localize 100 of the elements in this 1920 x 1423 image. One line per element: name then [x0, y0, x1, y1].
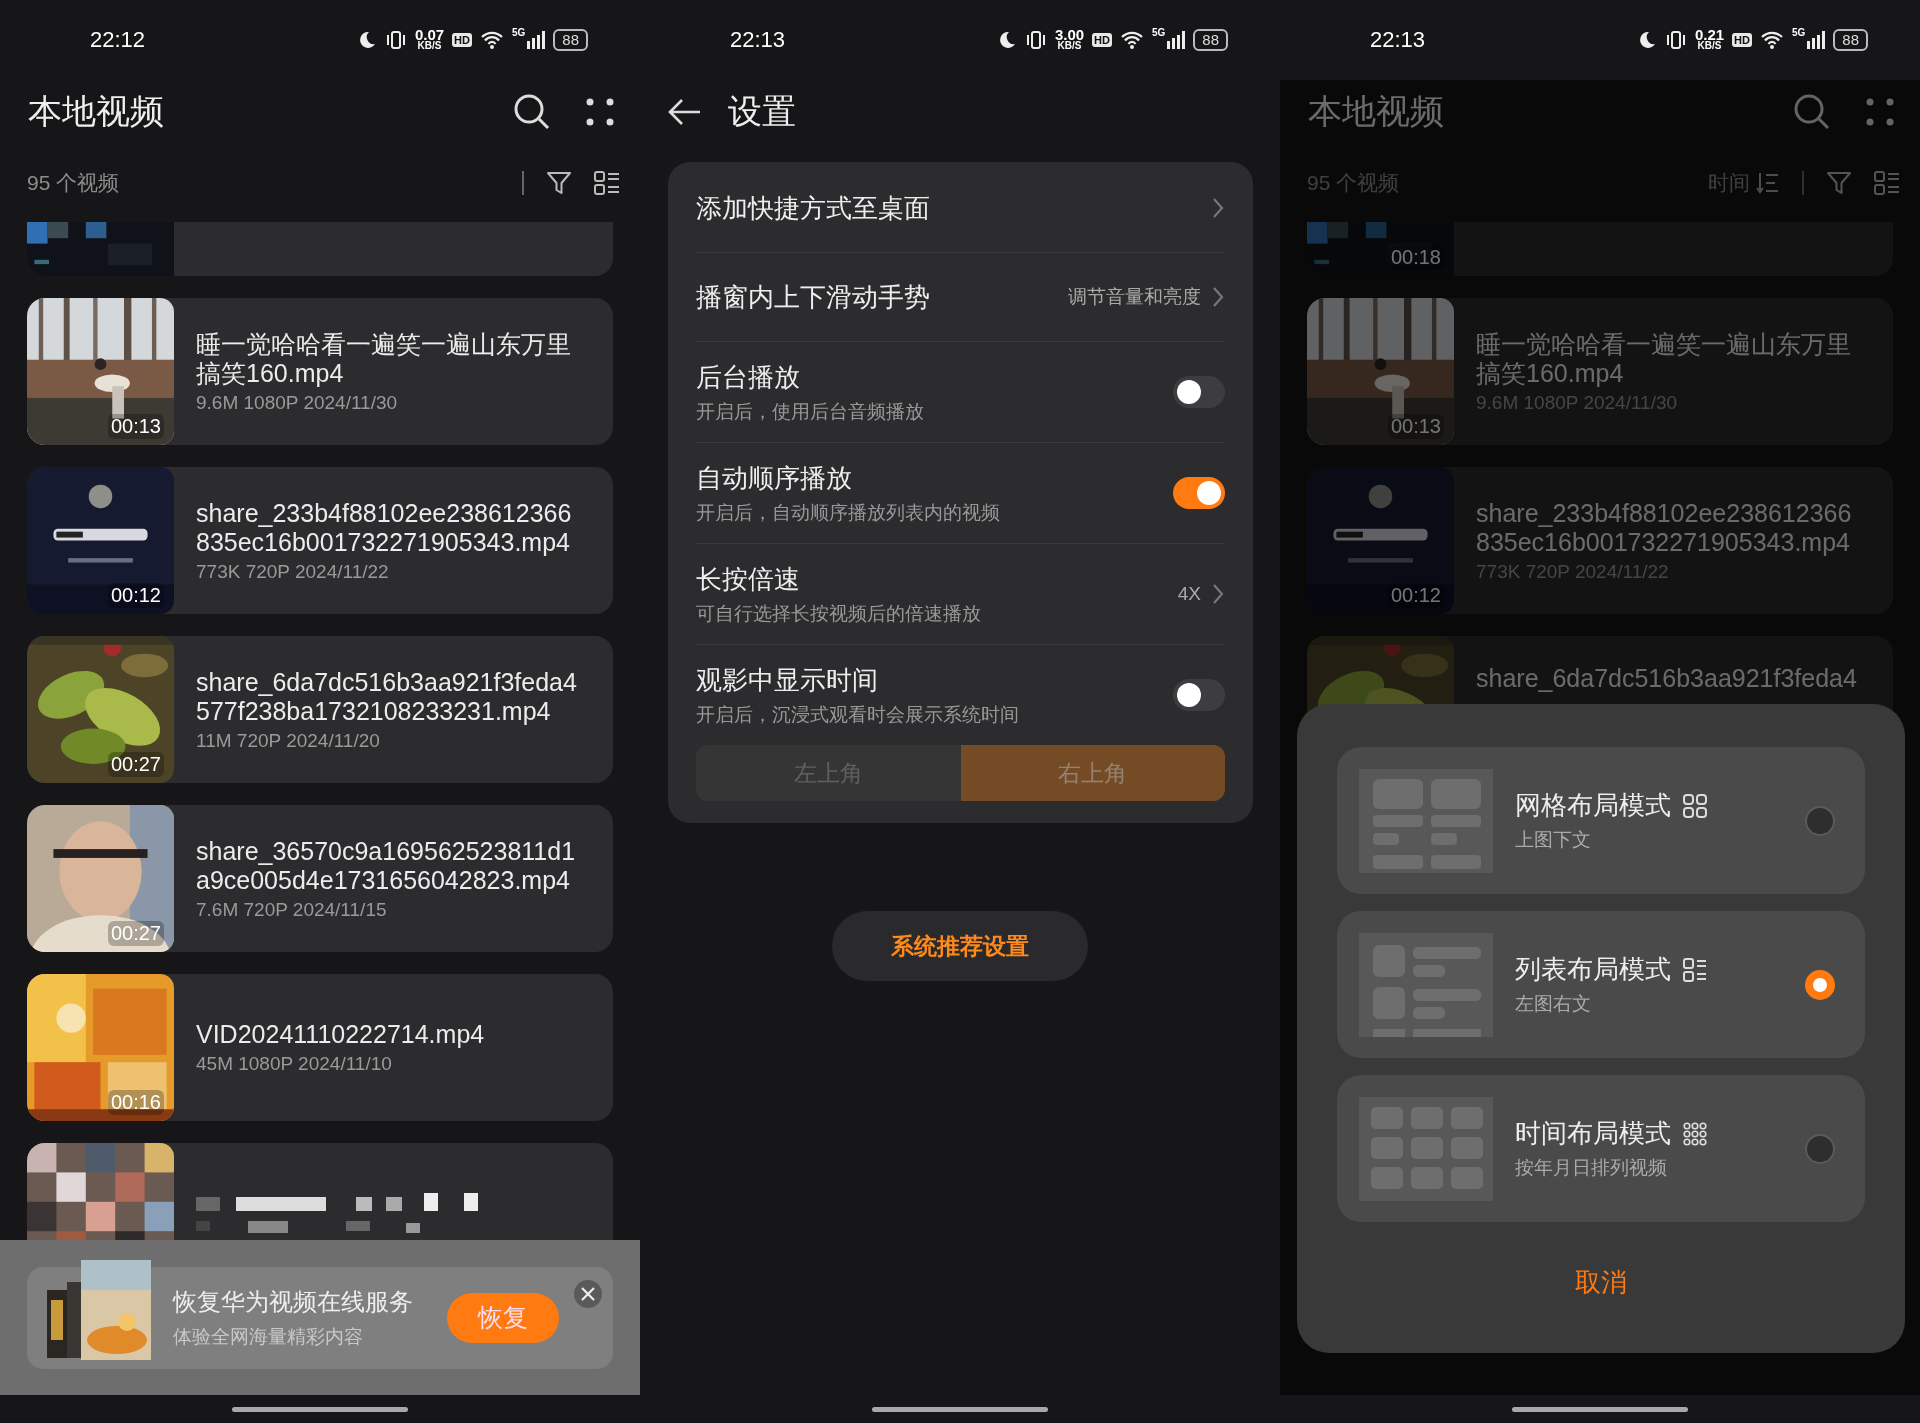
close-icon[interactable] [573, 1278, 603, 1309]
duration-label: 00:27 [107, 921, 164, 946]
setting-description: 开启后，使用后台音频播放 [696, 399, 925, 424]
video-title: share_233b4f88102ee238612366835ec16b001732271905343.mp4 [1476, 498, 1853, 557]
screen-title: 设置 [728, 91, 796, 132]
option-subtitle: 左图右文 [1515, 992, 1592, 1016]
layout-option[interactable]: 列表布局模式 左图右文 [1337, 911, 1865, 1058]
video-info-text: 45M 1080P 2024/11/10 [196, 1053, 393, 1075]
wifi-icon [479, 30, 504, 50]
duration-label: 00:12 [107, 583, 164, 608]
video-info-text: 9.6M 1080P 2024/11/30 [196, 391, 399, 414]
hd-badge: HD [1732, 33, 1752, 47]
promo-title: 恢复华为视频在线服务 [173, 1286, 414, 1317]
video-card[interactable]: 00:18 [1307, 222, 1893, 276]
chevron-icon [1211, 582, 1225, 606]
vibrate-icon [384, 30, 407, 50]
setting-title: 观影中显示时间 [696, 663, 879, 697]
option-title: 网格布局模式 [1515, 789, 1671, 822]
more-icon[interactable] [586, 98, 614, 126]
video-title: share_6da7dc516b3aa921f3feda4 [1476, 664, 1857, 693]
video-info-text: 773K 720P 2024/11/22 [196, 560, 390, 583]
list-layout-icon [1683, 957, 1707, 982]
setting-title: 长按倍速 [696, 562, 801, 596]
speed-unit-text: KB/S [1697, 40, 1722, 51]
duration-label: 00:16 [107, 1090, 164, 1115]
option-subtitle: 上图下文 [1515, 828, 1592, 852]
vibrate-icon [1024, 30, 1047, 50]
settings-row[interactable]: 播窗内上下滑动手势 调节音量和亮度 [668, 253, 1253, 341]
option-subtitle: 按年月日排列视频 [1515, 1156, 1668, 1180]
cancel-button[interactable]: 取消 [1337, 1265, 1865, 1300]
home-indicator[interactable] [232, 1406, 408, 1412]
duration-label: 00:27 [107, 752, 164, 777]
video-card[interactable]: 00:12 share_233b4f88102ee238612366835ec16b001732271905343.mp4 773K 720P 2024/11/22 [27, 467, 613, 614]
setting-value: 4X [1177, 583, 1201, 605]
screen-title: 本地视频 [28, 91, 164, 132]
list-layout-icon[interactable] [594, 170, 620, 196]
battery-indicator: 88 [1833, 29, 1868, 51]
video-card[interactable]: 00:16 VID20241110222714.mp4 45M 1080P 2024/11/10 [27, 974, 613, 1121]
settings-row[interactable]: 长按倍速 可自行选择长按视频后的倍速播放 4X [668, 544, 1253, 644]
video-title: share_36570c9a169562523811d1a9ce005d4e1731656042823.mp4 [196, 836, 577, 895]
video-card[interactable]: 00:27 share_6da7dc516b3aa921f3feda4577f238ba1732108233231.mp4 11M 720P 2024/11/20 [27, 636, 613, 783]
video-title: VID20241110222714.mp4 [196, 1020, 486, 1049]
settings-row[interactable]: 自动顺序播放 开启后，自动顺序播放列表内的视频 [668, 443, 1253, 543]
vibrate-icon [1664, 30, 1687, 50]
duration-label: 00:13 [107, 414, 164, 439]
option-title: 列表布局模式 [1515, 953, 1671, 986]
chevron-icon [1211, 285, 1225, 309]
video-title: share_6da7dc516b3aa921f3feda4577f238ba1732108233231.mp4 [196, 667, 577, 726]
video-card[interactable]: 00:27 share_36570c9a169562523811d1a9ce005d4e1731656042823.mp4 7.6M 720P 2024/11/15 [27, 805, 613, 952]
toggle-switch[interactable] [1173, 679, 1225, 711]
hd-badge: HD [1092, 33, 1112, 47]
signal-icon [1167, 31, 1186, 49]
video-card[interactable]: 00:13 睡一觉哈哈看一遍笑一遍山东万里搞笑160.mp4 9.6M 1080P 2024/11/30 [27, 298, 613, 445]
video-title: 睡一觉哈哈看一遍笑一遍山东万里搞笑160.mp4 [196, 329, 572, 388]
chevron-icon [1211, 196, 1225, 220]
layout-option[interactable]: 时间布局模式 按年月日排列视频 [1337, 1075, 1865, 1222]
setting-title: 后台播放 [696, 360, 801, 394]
home-indicator[interactable] [872, 1406, 1048, 1412]
home-indicator[interactable] [1512, 1406, 1688, 1412]
signal-icon [527, 31, 546, 49]
setting-title: 播窗内上下滑动手势 [696, 280, 931, 314]
setting-title: 添加快捷方式至桌面 [696, 191, 931, 225]
radio-button[interactable] [1805, 1133, 1835, 1164]
toggle-switch[interactable] [1173, 477, 1225, 509]
wifi-icon [1119, 30, 1144, 50]
network-type-text: 5G [1151, 27, 1166, 38]
video-title: share_233b4f88102ee238612366835ec16b001732271905343.mp4 [196, 498, 573, 557]
net-speed-text: 3.00 [1054, 29, 1085, 40]
clock-text: 22:13 [1370, 27, 1426, 53]
network-type-text: 5G [511, 27, 526, 38]
radio-button[interactable] [1805, 969, 1835, 1000]
setting-description: 开启后，自动顺序播放列表内的视频 [696, 500, 1001, 525]
video-info-text: 7.6M 720P 2024/11/15 [196, 898, 388, 921]
toggle-switch[interactable] [1173, 376, 1225, 408]
hd-badge: HD [452, 33, 472, 47]
setting-value: 调节音量和亮度 [1068, 285, 1201, 309]
option-title: 时间布局模式 [1515, 1117, 1671, 1150]
speed-unit-text: KB/S [417, 40, 442, 51]
speed-unit-text: KB/S [1057, 40, 1082, 51]
video-count-text: 95 个视频 [27, 170, 120, 196]
video-title: 睡一觉哈哈看一遍笑一遍山东万里搞笑160.mp4 [1476, 329, 1852, 388]
filter-icon[interactable] [546, 170, 572, 196]
screen-title: 本地视频 [1308, 91, 1444, 132]
setting-description: 可自行选择长按视频后的倍速播放 [696, 601, 982, 626]
settings-row[interactable]: 后台播放 开启后，使用后台音频播放 [668, 342, 1253, 442]
video-info-text: 11M 720P 2024/11/20 [196, 729, 381, 752]
setting-title: 自动顺序播放 [696, 461, 853, 495]
search-icon[interactable] [512, 92, 552, 132]
radio-button[interactable] [1805, 805, 1835, 836]
signal-icon [1807, 31, 1826, 49]
clock-text: 22:13 [730, 27, 786, 53]
settings-row[interactable]: 添加快捷方式至桌面 [668, 164, 1253, 252]
clock-text: 22:12 [90, 27, 146, 53]
network-type-text: 5G [1791, 27, 1806, 38]
dot-grid-icon [1683, 1121, 1707, 1146]
back-arrow-icon[interactable] [668, 98, 702, 126]
layout-option[interactable]: 网格布局模式 上图下文 [1337, 747, 1865, 894]
recommended-settings-button[interactable]: 系统推荐设置 [832, 911, 1088, 981]
grid-icon [1683, 793, 1707, 818]
net-speed-text: 0.21 [1694, 29, 1725, 40]
